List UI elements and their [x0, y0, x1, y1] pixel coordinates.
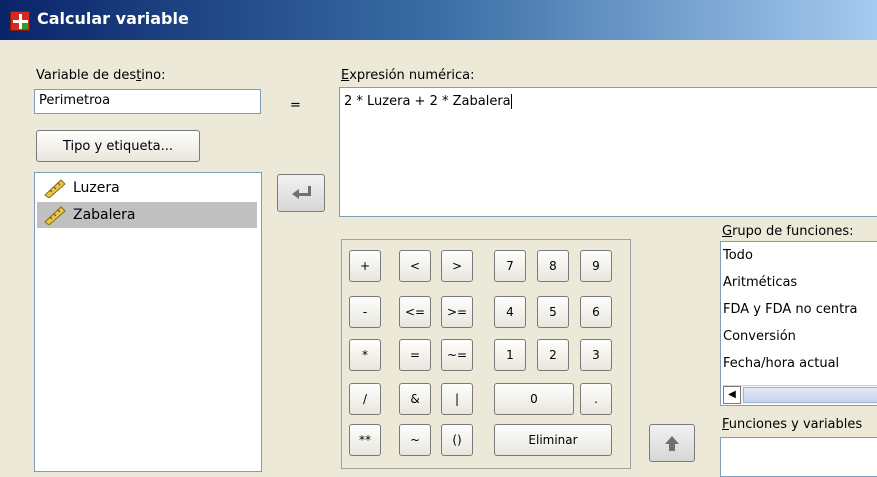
window-title: Calcular variable: [37, 9, 189, 28]
target-variable-input[interactable]: Perimetroa: [34, 89, 261, 114]
title-bar: Calcular variable: [0, 0, 877, 40]
key-delete[interactable]: Eliminar: [494, 424, 612, 456]
key-4[interactable]: 4: [494, 296, 526, 328]
function-group-label: Grupo de funciones:: [722, 224, 854, 239]
key-5[interactable]: 5: [537, 296, 569, 328]
expression-label: Expresión numérica:: [341, 68, 475, 83]
key-parentheses[interactable]: (): [441, 424, 473, 456]
key-or[interactable]: |: [441, 383, 473, 415]
target-variable-label: Variable de destino:: [36, 68, 166, 83]
key-and[interactable]: &: [399, 383, 431, 415]
key-greater-equal[interactable]: >=: [441, 296, 473, 328]
variable-item-luzera[interactable]: Luzera: [37, 175, 257, 201]
functions-variables-list[interactable]: [720, 437, 877, 477]
function-group-item[interactable]: Fecha/hora actual: [723, 356, 839, 371]
type-label-button[interactable]: Tipo y etiqueta...: [36, 130, 200, 162]
key-1[interactable]: 1: [494, 339, 526, 371]
transfer-button[interactable]: [277, 174, 325, 212]
expression-input[interactable]: 2 * Luzera + 2 * Zabalera: [339, 87, 877, 217]
functions-variables-label: Funciones y variables: [722, 417, 863, 432]
key-multiply[interactable]: *: [349, 339, 381, 371]
key-7[interactable]: 7: [494, 250, 526, 282]
function-group-item[interactable]: Conversión: [723, 329, 796, 344]
arrow-up-icon: [665, 436, 679, 451]
function-group-item[interactable]: Todo: [723, 248, 753, 263]
expression-text: 2 * Luzera + 2 * Zabalera: [344, 94, 511, 109]
variable-name: Zabalera: [73, 207, 136, 223]
key-not[interactable]: ~: [399, 424, 431, 456]
horizontal-scrollbar[interactable]: ◀: [723, 385, 877, 404]
key-0[interactable]: 0: [494, 383, 574, 415]
function-group-item[interactable]: Aritméticas: [723, 275, 797, 290]
ruler-icon: [44, 179, 66, 198]
scrollbar-thumb[interactable]: [743, 387, 877, 403]
key-plus[interactable]: +: [349, 250, 381, 282]
arrow-right-icon: [292, 186, 311, 199]
key-9[interactable]: 9: [580, 250, 612, 282]
text-caret: [510, 94, 512, 109]
key-2[interactable]: 2: [537, 339, 569, 371]
ruler-icon: [44, 206, 66, 225]
key-not-equal[interactable]: ~=: [441, 339, 473, 371]
key-8[interactable]: 8: [537, 250, 569, 282]
move-up-button[interactable]: [649, 424, 695, 462]
variable-name: Luzera: [73, 180, 120, 196]
key-less-equal[interactable]: <=: [399, 296, 431, 328]
key-greater[interactable]: >: [441, 250, 473, 282]
key-minus[interactable]: -: [349, 296, 381, 328]
key-power[interactable]: **: [349, 424, 381, 456]
function-group-item[interactable]: FDA y FDA no centra: [723, 302, 858, 317]
equals-sign: =: [290, 98, 301, 113]
variable-list[interactable]: Luzera Zabalera: [34, 172, 262, 472]
key-less[interactable]: <: [399, 250, 431, 282]
variable-item-zabalera[interactable]: Zabalera: [37, 202, 257, 228]
key-6[interactable]: 6: [580, 296, 612, 328]
function-group-list[interactable]: Todo Aritméticas FDA y FDA no centra Con…: [720, 241, 877, 406]
calculator-app-icon: [10, 11, 30, 31]
key-3[interactable]: 3: [580, 339, 612, 371]
key-divide[interactable]: /: [349, 383, 381, 415]
key-decimal[interactable]: .: [580, 383, 612, 415]
key-equal[interactable]: =: [399, 339, 431, 371]
scroll-left-icon[interactable]: ◀: [723, 386, 741, 404]
